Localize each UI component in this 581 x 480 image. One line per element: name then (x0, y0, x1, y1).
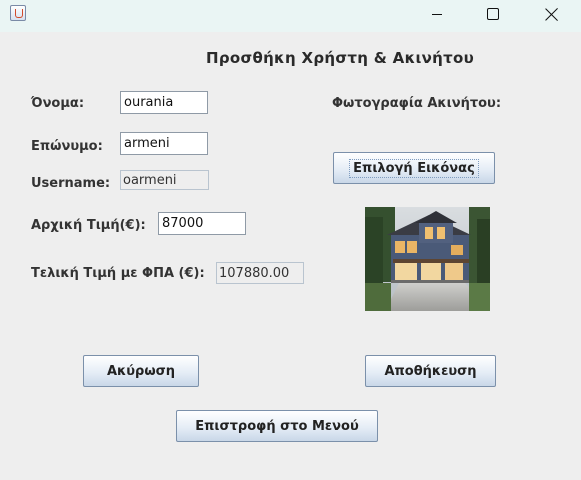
username-label: Username: (31, 176, 111, 191)
first-name-field[interactable] (120, 91, 208, 114)
title-bar (0, 0, 581, 32)
initial-price-field[interactable] (158, 212, 246, 235)
last-name-field[interactable] (120, 132, 208, 155)
cancel-button[interactable]: Ακύρωση (83, 355, 199, 387)
save-button[interactable]: Αποθήκευση (365, 355, 496, 387)
property-photo (365, 207, 490, 311)
last-name-label: Επώνυμο: (31, 139, 103, 154)
choose-image-button-label: Επιλογή Εικόνας (349, 158, 479, 178)
form-heading: Προσθήκη Χρήστη & Ακινήτου (206, 49, 475, 67)
initial-price-label: Αρχική Τιμή(€): (31, 218, 146, 233)
first-name-label: Όνομα: (31, 96, 85, 111)
final-price-field (216, 262, 304, 284)
minimize-icon[interactable] (420, 0, 466, 30)
photo-label: Φωτογραφία Ακινήτου: (332, 96, 502, 111)
username-field (120, 170, 209, 190)
back-to-menu-button[interactable]: Επιστροφή στο Μενού (176, 410, 378, 442)
java-app-icon (10, 5, 26, 21)
close-icon[interactable] (528, 0, 574, 30)
final-price-label: Τελική Τιμή με ΦΠΑ (€): (31, 266, 205, 281)
choose-image-button[interactable]: Επιλογή Εικόνας (333, 152, 495, 184)
maximize-icon[interactable] (470, 0, 516, 30)
